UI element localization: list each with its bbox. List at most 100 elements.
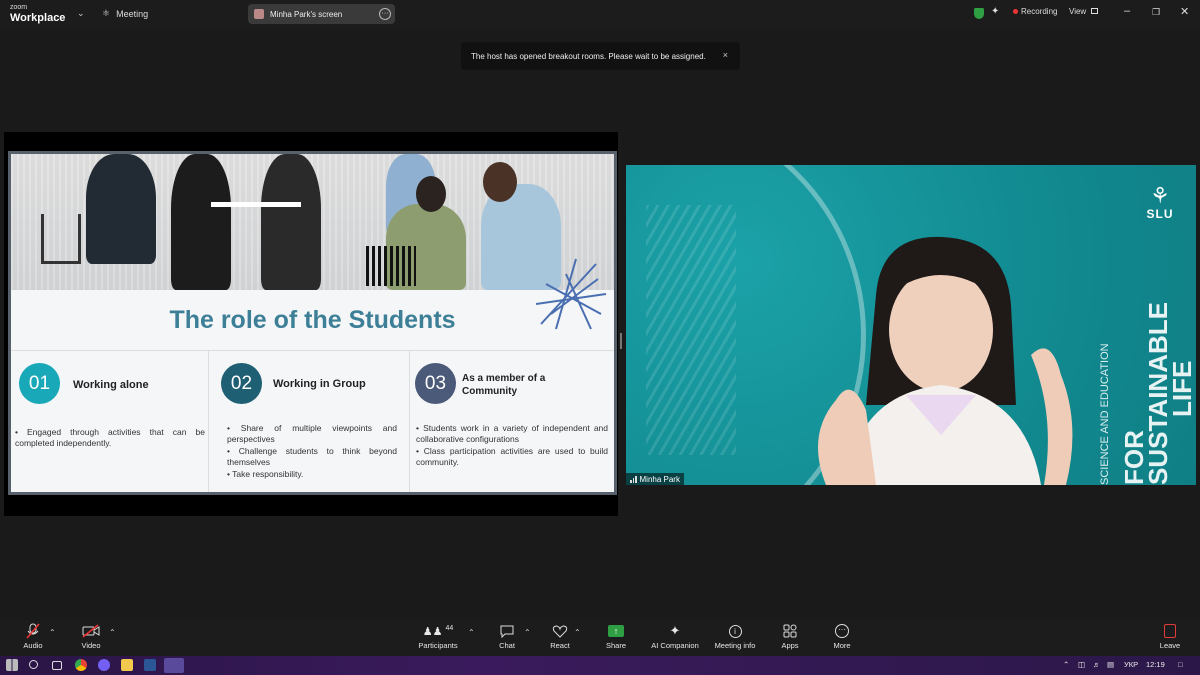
apps-label: Apps (781, 641, 799, 650)
screen-share-label: Minha Park's screen (270, 9, 343, 19)
slogan-life: LIFE (1167, 360, 1196, 417)
zoom-taskbar-icon[interactable] (164, 658, 184, 673)
participant-video[interactable]: ⚘ SLU FOR SUSTAINABLE LIFE SCIENCE AND E… (626, 165, 1196, 485)
close-icon[interactable]: ✕ (1180, 5, 1189, 18)
role-bullet: • Share of multiple viewpoints and persp… (227, 423, 397, 444)
leave-door-icon (1156, 622, 1184, 640)
muted-mic-icon (18, 622, 48, 640)
react-caret-icon[interactable]: ⌃ (574, 628, 581, 637)
signal-strength-icon (630, 475, 637, 483)
logo-big-text: Workplace (10, 12, 66, 24)
apps-icon (776, 622, 804, 640)
role-heading: Working alone (73, 379, 149, 391)
ai-sparkle-icon: ✦ (669, 623, 681, 638)
more-options-icon[interactable]: ··· (379, 8, 391, 20)
role-description: • Share of multiple viewpoints and persp… (227, 423, 397, 481)
role-bullet: • Take responsibility. (227, 469, 304, 479)
audio-button[interactable]: Audio (18, 622, 48, 650)
role-card-alone: 01 Working alone • Engaged through activ… (11, 351, 209, 492)
role-description: • Engaged through activities that can be… (15, 427, 205, 450)
volume-icon[interactable]: ♬ (1093, 660, 1101, 669)
screen-share-pill[interactable]: Minha Park's screen ··· (248, 4, 395, 24)
file-explorer-icon[interactable] (121, 659, 133, 671)
avatar (254, 9, 264, 19)
role-bullet: • Class participation activities are use… (416, 446, 608, 467)
role-description: • Students work in a variety of independ… (416, 423, 608, 469)
tray-chevron-icon[interactable]: ⌃ (1063, 660, 1069, 669)
meeting-label: Meeting (116, 8, 149, 19)
windows-taskbar: ⌃ ◫ ♬ ▤ УКР 12:19 □ (0, 656, 1200, 675)
apps-button[interactable]: Apps (776, 622, 804, 650)
slu-logo: ⚘ SLU (1140, 183, 1180, 222)
share-screen-icon: ↑ (602, 622, 630, 640)
presentation-slide: The role of the Students 01 Working alon… (8, 151, 617, 495)
paw-icon: ⚛ (102, 8, 111, 18)
chat-button[interactable]: Chat (492, 622, 522, 650)
role-number-badge: 02 (221, 363, 262, 404)
audio-label: Audio (23, 641, 43, 650)
title-bar: zoom Workplace ⌄ ⚛ Meeting Minha Park's … (0, 0, 1200, 28)
slu-slogan: FOR SUSTAINABLE LIFE SCIENCE AND EDUCATI… (1099, 245, 1196, 485)
ai-companion-label: AI Companion (651, 641, 699, 650)
share-button[interactable]: ↑ Share (602, 622, 630, 650)
role-number-badge: 03 (415, 363, 456, 404)
task-view-icon[interactable] (52, 661, 62, 670)
more-label: More (833, 641, 851, 650)
video-label: Video (81, 641, 101, 650)
search-icon[interactable] (29, 660, 38, 669)
participant-person-image (818, 236, 1073, 485)
split-resize-handle[interactable] (620, 333, 622, 349)
clock[interactable]: 12:19 (1146, 660, 1165, 669)
chrome-icon[interactable] (75, 659, 87, 671)
meeting-toolbar: Audio ⌃ Video ⌃ ♟♟ 44 Participants ⌃ Chat… (0, 620, 1200, 656)
students-photo (11, 154, 614, 290)
restore-icon[interactable]: ❐ (1152, 7, 1160, 18)
participants-button[interactable]: ♟♟ 44 Participants (418, 622, 458, 651)
video-off-icon (76, 622, 106, 640)
participant-name: Minha Park (639, 474, 680, 484)
react-button[interactable]: React (545, 622, 575, 650)
participants-count: 44 (445, 624, 454, 632)
network-icon[interactable]: ◫ (1078, 660, 1085, 669)
meeting-info-button[interactable]: i Meeting info (711, 622, 759, 650)
leaf-icon: ⚘ (1150, 183, 1170, 208)
role-card-community: 03 As a member of a Community • Students… (410, 351, 614, 492)
video-button[interactable]: Video (76, 622, 106, 650)
role-heading: Working in Group (273, 378, 366, 390)
minimize-icon[interactable]: – (1124, 5, 1130, 17)
shared-screen: The role of the Students 01 Working alon… (4, 132, 618, 516)
battery-icon[interactable]: ▤ (1107, 660, 1114, 669)
recording-indicator[interactable]: Recording (1013, 7, 1057, 16)
heart-icon (545, 622, 575, 640)
breakout-notification: The host has opened breakout rooms. Plea… (461, 42, 740, 70)
meeting-menu[interactable]: ⚛ Meeting (102, 8, 148, 19)
keyboard-language[interactable]: УКР (1124, 660, 1138, 669)
video-options-caret-icon[interactable]: ⌃ (109, 628, 116, 637)
role-heading: As a member of a Community (462, 373, 546, 397)
windows-start-icon[interactable] (6, 659, 18, 671)
sparkle-icon[interactable]: ✦ (991, 6, 999, 17)
participants-caret-icon[interactable]: ⌃ (468, 628, 475, 637)
more-button[interactable]: ··· More (828, 622, 856, 650)
slide-title: The role of the Students (169, 306, 456, 334)
viber-icon[interactable] (98, 659, 110, 671)
chat-bubble-icon (492, 622, 522, 640)
chat-caret-icon[interactable]: ⌃ (524, 628, 531, 637)
security-shield-icon[interactable] (974, 8, 984, 19)
leave-button[interactable]: Leave (1156, 622, 1184, 650)
react-label: React (550, 641, 570, 650)
info-icon: i (711, 622, 759, 640)
notifications-icon[interactable]: □ (1178, 660, 1183, 669)
word-icon[interactable] (144, 659, 156, 671)
recording-label: Recording (1021, 7, 1058, 16)
view-button[interactable]: View (1069, 7, 1099, 16)
participant-name-tag: Minha Park (626, 473, 684, 485)
role-number-badge: 01 (19, 363, 60, 404)
audio-options-caret-icon[interactable]: ⌃ (49, 628, 56, 637)
chat-label: Chat (499, 641, 515, 650)
close-notification-icon[interactable]: × (723, 50, 728, 60)
zoom-workplace-logo: zoom Workplace (10, 3, 66, 24)
view-label: View (1069, 7, 1087, 16)
chevron-down-icon[interactable]: ⌄ (77, 8, 85, 19)
ai-companion-button[interactable]: ✦ AI Companion (648, 622, 702, 650)
